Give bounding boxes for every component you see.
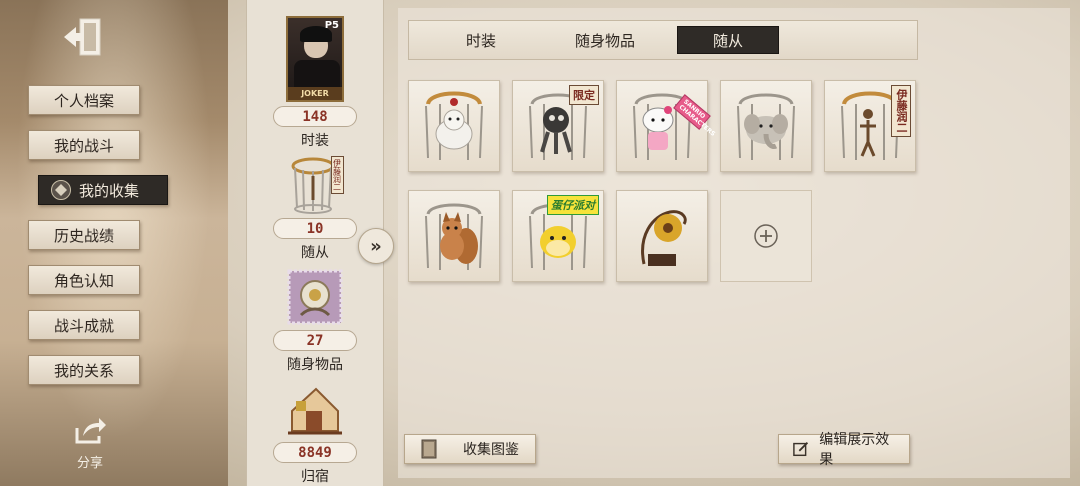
sidebar-item-my-collection[interactable]: 我的收集	[38, 175, 168, 205]
companion-slot[interactable]	[408, 190, 500, 282]
sidebar-item-label: 我的收集	[79, 181, 140, 200]
companion-slot[interactable]: 伊藤润二	[824, 80, 916, 172]
collection-guide-label: 收集图鉴	[463, 442, 519, 458]
ito-tag: 伊藤润二	[330, 156, 344, 194]
tab-companions[interactable]: 随从	[677, 26, 779, 54]
tab-accessories[interactable]: 随身物品	[543, 26, 667, 54]
category-tabs: 时装 随身物品 随从	[408, 20, 918, 60]
costume-count: 148	[273, 106, 357, 127]
white-fox-companion-icon	[425, 91, 483, 160]
exit-door-icon	[64, 18, 101, 56]
sidebar-item-relationships[interactable]: 我的关系	[28, 355, 140, 385]
exit-button[interactable]	[60, 14, 108, 60]
accessory-count: 27	[273, 330, 357, 351]
companion-count: 10	[273, 218, 357, 239]
companion-label: 随从	[301, 245, 329, 261]
accessory-stamp-icon[interactable]	[286, 268, 344, 326]
residence-count: 8849	[273, 442, 357, 463]
tab-label: 随身物品	[574, 31, 635, 50]
expand-button[interactable]: »	[358, 228, 394, 264]
tab-costume[interactable]: 时装	[419, 26, 543, 54]
sidebar-item-profile[interactable]: 个人档案	[28, 85, 140, 115]
share-icon	[75, 418, 106, 444]
sidebar-item-label: 我的战斗	[53, 136, 114, 155]
sidebar-item-label: 我的关系	[53, 361, 114, 380]
companion-slot[interactable]: 蛋仔派对	[512, 190, 604, 282]
gramophone-flower-companion-icon	[641, 210, 687, 266]
edit-display-button[interactable]: 编辑展示效果	[778, 432, 910, 468]
fox-squirrel-companion-icon	[425, 203, 483, 270]
companion-slot[interactable]	[616, 190, 708, 282]
costume-label: 时装	[301, 133, 329, 149]
collection-guide-button[interactable]: 收集图鉴	[404, 434, 536, 464]
eggy-party-tag: 蛋仔派对	[547, 195, 599, 215]
character-portrait[interactable]: P5 JOKER	[286, 16, 344, 102]
collection-panel: 时装 随身物品 随从 限定 SANRIO CHARACTERS 伊藤润二 蛋仔派…	[398, 8, 1070, 478]
edit-display-label: 编辑展示效果	[819, 432, 890, 468]
limited-tag: 限定	[569, 85, 599, 105]
sidebar-item-label: 历史战绩	[53, 226, 114, 245]
ito-junji-tag: 伊藤润二	[891, 85, 911, 137]
sidebar-item-achievements[interactable]: 战斗成就	[28, 310, 140, 340]
character-logo: P5	[324, 20, 339, 31]
companion-cage-icon[interactable]: 伊藤润二	[286, 156, 344, 214]
companion-slot[interactable]: SANRIO CHARACTERS	[616, 80, 716, 172]
residence-label: 归宿	[301, 469, 329, 485]
sidebar-item-character-knowledge[interactable]: 角色认知	[28, 265, 140, 295]
sidebar-item-label: 角色认知	[53, 271, 114, 290]
sidebar-item-history[interactable]: 历史战绩	[28, 220, 140, 250]
tab-label: 时装	[465, 31, 496, 50]
add-companion-slot[interactable]	[720, 190, 812, 282]
character-tag: JOKER	[288, 87, 342, 100]
companion-grid: 限定 SANRIO CHARACTERS 伊藤润二 蛋仔派对	[408, 80, 916, 282]
residence-icon[interactable]	[286, 380, 344, 438]
double-chevron-right-icon: »	[370, 235, 382, 257]
share-label: 分享	[76, 456, 103, 471]
sidebar-item-my-battles[interactable]: 我的战斗	[28, 130, 140, 160]
accessory-label: 随身物品	[287, 357, 343, 373]
book-icon	[421, 439, 437, 459]
add-slot-icon	[754, 224, 778, 248]
edit-icon	[793, 442, 809, 457]
tab-label: 随从	[712, 31, 743, 50]
companion-slot[interactable]	[720, 80, 812, 172]
companion-slot[interactable]	[408, 80, 500, 172]
share-button[interactable]: 分享	[60, 416, 120, 471]
elephant-companion-icon	[737, 93, 795, 160]
sidebar-item-label: 战斗成就	[53, 316, 114, 335]
companion-slot[interactable]: 限定	[512, 80, 604, 172]
collection-badge-icon	[51, 180, 71, 200]
sidebar-nav: 个人档案 我的战斗 我的收集 历史战绩 角色认知 战斗成就 我的关系	[28, 85, 168, 385]
sidebar-item-label: 个人档案	[53, 91, 114, 110]
